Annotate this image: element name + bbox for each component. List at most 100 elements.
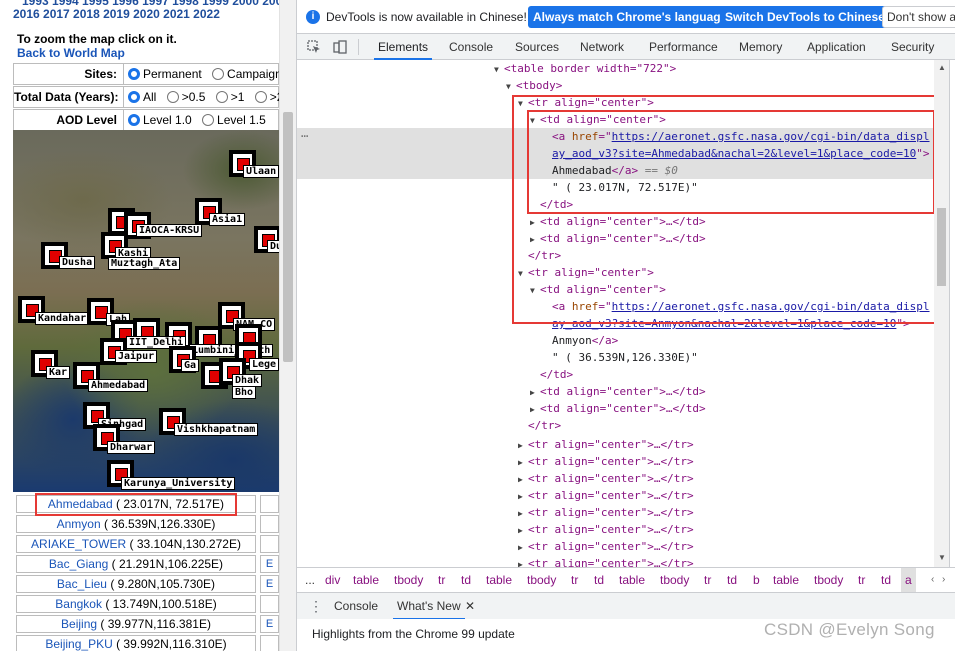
collapsed-arrow-icon[interactable]: ▶ (518, 471, 528, 488)
breadcrumb-table[interactable]: table (773, 568, 799, 592)
map-label-kandahar[interactable]: Kandahar (35, 312, 90, 325)
radio-all[interactable]: All (128, 90, 156, 104)
elements-dom-tree[interactable]: ▼ <table border width="722"> ▼ <tbody> ▼ <t… (297, 60, 939, 567)
site-link-beijing-pku[interactable]: Beijing_PKU (45, 637, 112, 651)
dom-node[interactable]: ▶ <td align="center">…</td> (297, 400, 939, 417)
breadcrumb-tr[interactable]: tr (858, 568, 865, 592)
breadcrumb-a-current[interactable]: a (901, 568, 916, 592)
dom-node[interactable]: ▶ <tr align="center">…</tr> (297, 487, 939, 504)
collapsed-arrow-icon[interactable]: ▶ (518, 505, 528, 522)
map-label-dharwar[interactable]: Dharwar (107, 441, 156, 454)
site-link-bangkok[interactable]: Bangkok (55, 597, 102, 611)
dom-tree-scrollbar-thumb[interactable] (937, 208, 946, 286)
dont-show-again-button[interactable]: Don't show a (882, 6, 955, 28)
site-link-anmyon[interactable]: Anmyon (57, 517, 101, 531)
site-link-bac-giang[interactable]: Bac_Giang (49, 557, 108, 571)
page-scrollbar-thumb[interactable] (283, 112, 293, 362)
map-label-muztagh-ata[interactable]: Muztagh_Ata (108, 257, 181, 270)
scroll-up-icon[interactable]: ▲ (938, 63, 946, 72)
dom-node-a[interactable]: Anmyon</a> (297, 332, 939, 349)
map-label-vishkhapatnam[interactable]: Vishkhapatnam (174, 423, 259, 436)
breadcrumb-table[interactable]: table (619, 568, 645, 592)
map-label-ga[interactable]: Ga (181, 359, 200, 372)
radio-level-1-0[interactable]: Level 1.0 (128, 113, 192, 127)
expanded-arrow-icon[interactable]: ▼ (494, 61, 504, 78)
site-cell-next[interactable]: E (260, 555, 279, 573)
tab-network[interactable]: Network (580, 34, 624, 60)
breadcrumb-b[interactable]: b (753, 568, 760, 592)
collapsed-arrow-icon[interactable]: ▶ (518, 556, 528, 567)
breadcrumb-div[interactable]: div (325, 568, 340, 592)
collapsed-arrow-icon[interactable]: ▶ (518, 539, 528, 556)
map-label-du[interactable]: Du (267, 240, 279, 253)
site-map[interactable]: Ulaan Asia1 IAOCA-KRSU Du Kashi Dusha Mu… (13, 130, 279, 492)
years-links-row[interactable]: 2016 2017 2018 2019 2020 2021 2022 (13, 7, 220, 21)
tab-elements[interactable]: Elements (373, 34, 433, 60)
expanded-arrow-icon[interactable]: ▼ (506, 78, 516, 95)
close-tab-icon[interactable]: ✕ (465, 593, 475, 620)
radio-gt-1[interactable]: >1 (215, 90, 244, 104)
breadcrumb-td[interactable]: td (461, 568, 471, 592)
map-label-ahmedabad[interactable]: Ahmedabad (88, 379, 149, 392)
drawer-tab-console[interactable]: Console (334, 593, 378, 620)
breadcrumb-tbody[interactable]: tbody (394, 568, 423, 592)
dom-node[interactable]: ▶ <tr align="center">…</tr> (297, 453, 939, 470)
radio-gt-0-5[interactable]: >0.5 (166, 90, 205, 104)
dom-node[interactable]: ▶ <td align="center">…</td> (297, 383, 939, 400)
tab-memory[interactable]: Memory (739, 34, 782, 60)
radio-selected-icon[interactable] (128, 114, 140, 126)
radio-icon[interactable] (166, 91, 179, 103)
page-scrollbar[interactable] (279, 0, 296, 651)
drawer-menu-icon[interactable]: ⋮ (309, 593, 323, 620)
dom-node-close[interactable]: </tr> (297, 417, 939, 434)
collapsed-arrow-icon[interactable]: ▶ (518, 488, 528, 505)
radio-icon[interactable] (215, 91, 228, 103)
map-label-dusha[interactable]: Dusha (59, 256, 96, 269)
dom-node-close[interactable]: </td> (297, 366, 939, 383)
inspect-element-icon[interactable] (307, 40, 321, 54)
more-actions-icon[interactable]: ⋯ (301, 129, 309, 143)
breadcrumb-tbody[interactable]: tbody (814, 568, 843, 592)
breadcrumb-td[interactable]: td (881, 568, 891, 592)
breadcrumb-td[interactable]: td (594, 568, 604, 592)
map-label-asia1[interactable]: Asia1 (209, 213, 246, 226)
dom-node[interactable]: ▶ <tr align="center">…</tr> (297, 436, 939, 453)
always-match-language-button[interactable]: Always match Chrome's language (528, 6, 733, 28)
breadcrumb-tr[interactable]: tr (571, 568, 578, 592)
tab-application[interactable]: Application (807, 34, 866, 60)
map-label-jaipur[interactable]: Jaipur (115, 350, 158, 363)
dom-node[interactable]: ▶ <tr align="center">…</tr> (297, 538, 939, 555)
map-label-karunya-university[interactable]: Karunya_University (121, 477, 236, 490)
dom-node[interactable]: ▶ <tr align="center">…</tr> (297, 521, 939, 538)
breadcrumb-more[interactable]: ... (305, 568, 315, 592)
radio-campaign[interactable]: Campaign (212, 67, 282, 81)
breadcrumb-tr[interactable]: tr (438, 568, 445, 592)
tab-security[interactable]: Security (891, 34, 934, 60)
tab-console[interactable]: Console (449, 34, 493, 60)
breadcrumb-td[interactable]: td (727, 568, 737, 592)
site-link-bac-lieu[interactable]: Bac_Lieu (57, 577, 107, 591)
dom-node[interactable]: ▼ <tbody> (297, 77, 939, 94)
collapsed-arrow-icon[interactable]: ▶ (530, 384, 540, 401)
collapsed-arrow-icon[interactable]: ▶ (518, 454, 528, 471)
collapsed-arrow-icon[interactable]: ▶ (530, 401, 540, 418)
radio-selected-icon[interactable] (128, 91, 140, 103)
device-toolbar-icon[interactable] (333, 40, 347, 54)
site-link-beijing[interactable]: Beijing (61, 617, 97, 631)
breadcrumb-tr[interactable]: tr (704, 568, 711, 592)
breadcrumb-tbody[interactable]: tbody (660, 568, 689, 592)
map-label-kar[interactable]: Kar (46, 366, 71, 379)
tab-sources[interactable]: Sources (515, 34, 559, 60)
breadcrumb-table[interactable]: table (353, 568, 379, 592)
dom-tree-scrollbar[interactable]: ▲ ▼ (934, 60, 949, 567)
breadcrumb-scroll-left-icon[interactable]: ‹ (931, 568, 934, 592)
radio-icon[interactable] (202, 114, 215, 126)
map-label-bho[interactable]: Bho (232, 386, 257, 399)
dom-node[interactable]: ▶ <tr align="center">…</tr> (297, 504, 939, 521)
dom-text-node[interactable]: " ( 36.539N,126.330E)" (297, 349, 939, 366)
dom-node[interactable]: ▼ <table border width="722"> (297, 60, 939, 77)
radio-selected-icon[interactable] (128, 68, 140, 80)
radio-permanent[interactable]: Permanent (128, 67, 202, 81)
tab-performance[interactable]: Performance (649, 34, 718, 60)
drawer-tab-whats-new[interactable]: What's New (393, 593, 465, 620)
